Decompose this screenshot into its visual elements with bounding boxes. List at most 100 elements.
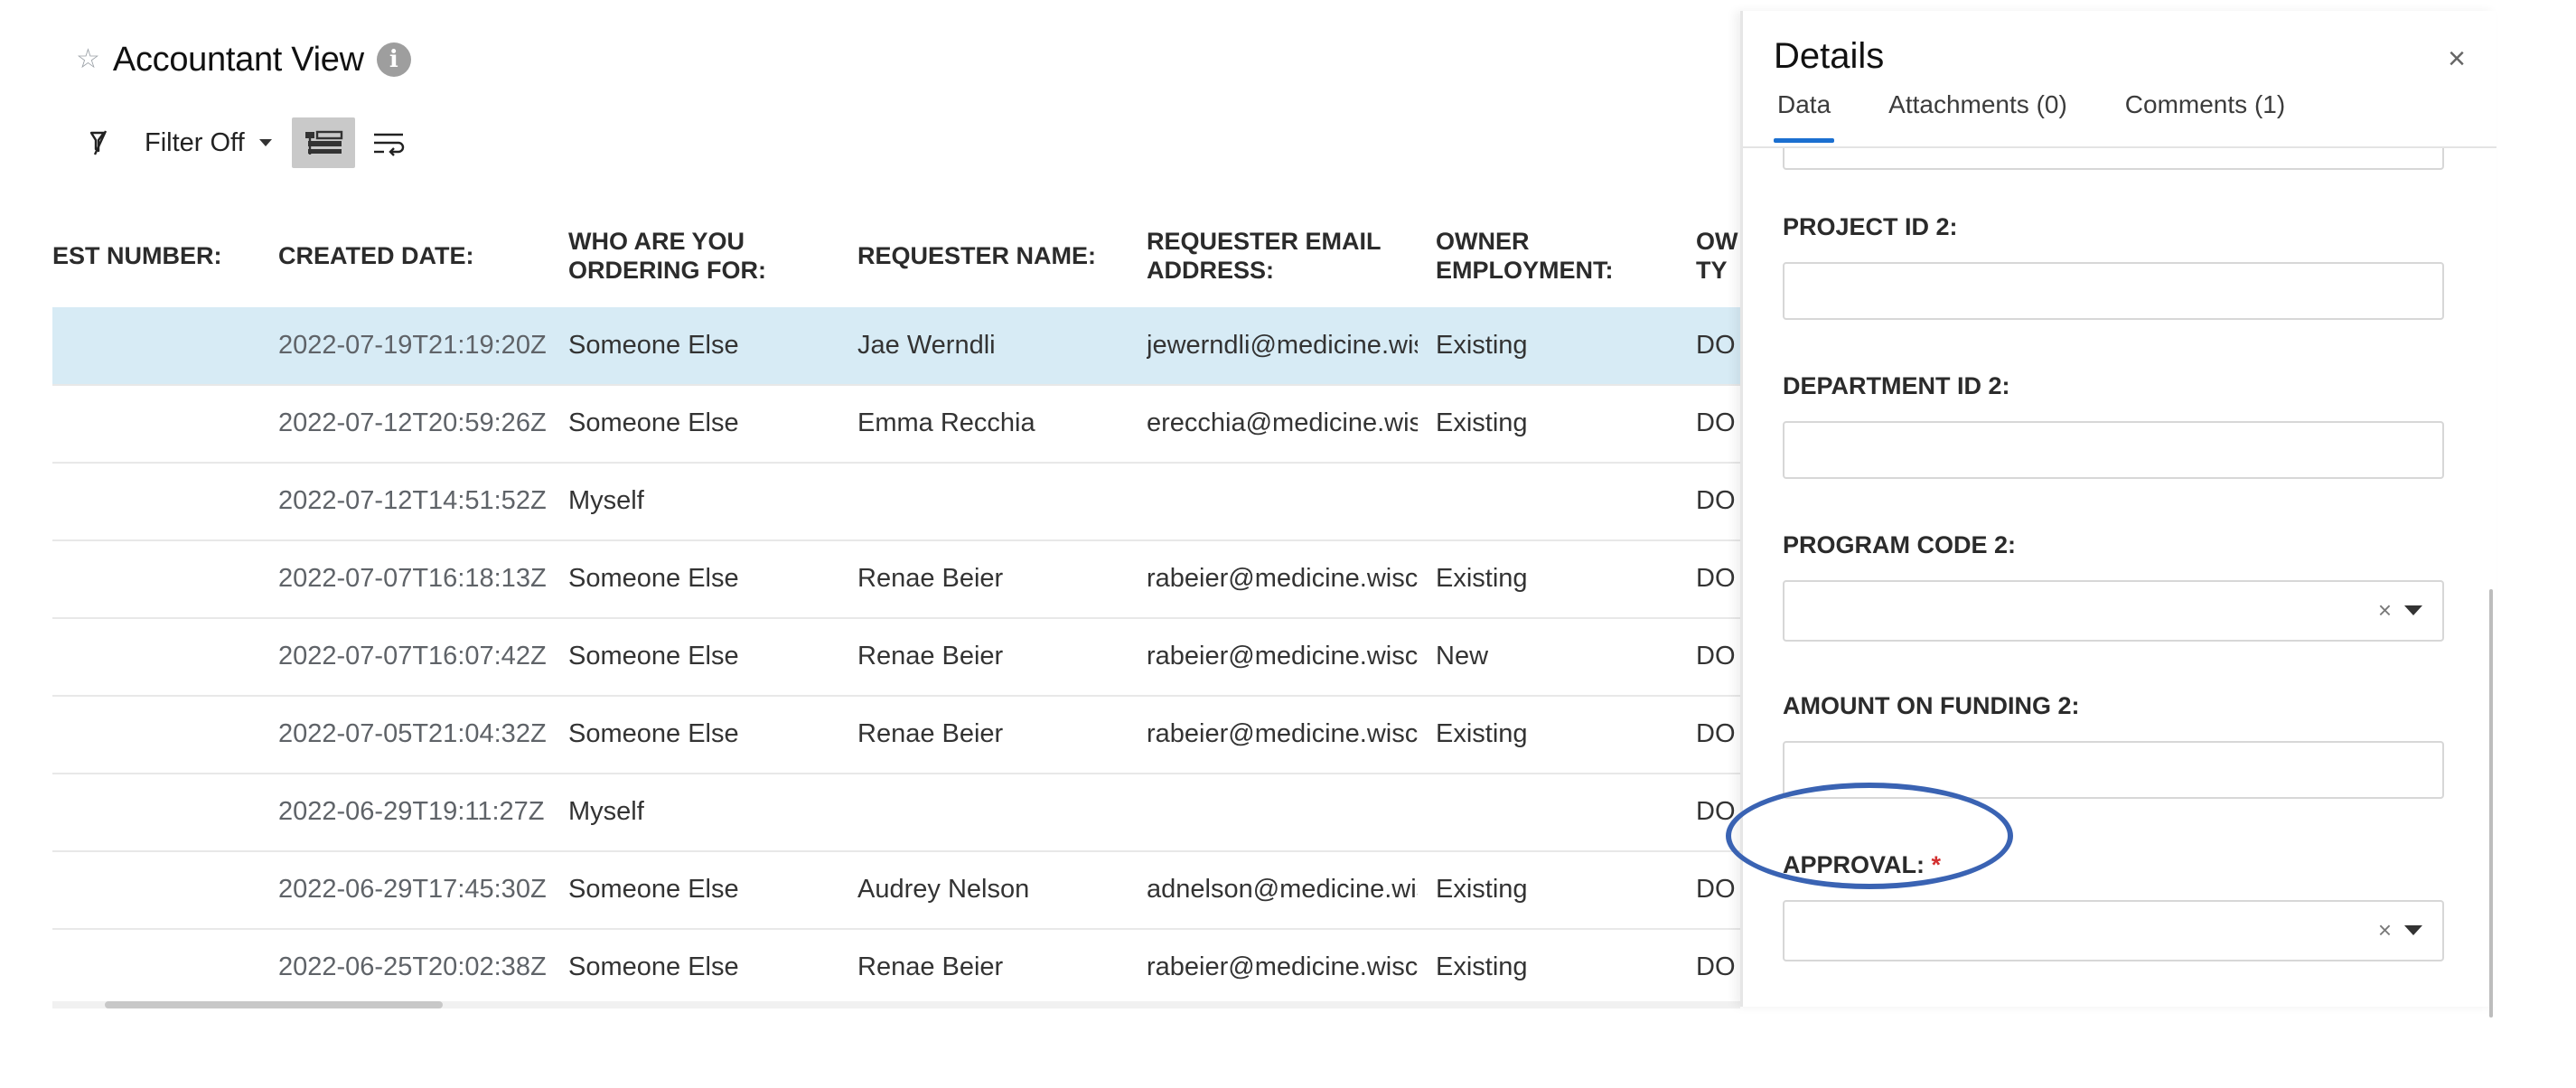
table-cell: Myself [568, 797, 644, 826]
clear-icon[interactable]: × [2378, 596, 2392, 624]
table-cell: 2022-06-29T17:45:30Z [278, 875, 547, 904]
grid-view-icon[interactable] [291, 117, 355, 168]
required-marker: * [1931, 851, 1942, 878]
table-cell: Someone Else [568, 564, 739, 593]
table-cell: Existing [1436, 875, 1528, 904]
column-header-created-date[interactable]: CREATED DATE: [278, 204, 474, 307]
table-cell: rabeier@medicine.wisc.e [1147, 719, 1418, 748]
column-header-requester-email[interactable]: REQUESTER EMAIL ADDRESS: [1147, 204, 1382, 307]
text-wrap-icon[interactable] [364, 117, 415, 168]
table-cell: Existing [1436, 719, 1528, 748]
page-title: Accountant View [112, 40, 364, 79]
star-outline-icon[interactable]: ☆ [76, 46, 100, 73]
column-header-who-are-you-ordering-for[interactable]: WHO ARE YOU ORDERING FOR: [568, 204, 766, 307]
table-cell [52, 929, 296, 1006]
table-cell: 2022-07-12T20:59:26Z [278, 408, 547, 437]
table-cell: Existing [1436, 952, 1528, 981]
table-cell: Someone Else [568, 642, 739, 671]
approval-select[interactable]: × [1783, 900, 2444, 961]
chevron-down-icon[interactable] [2404, 924, 2422, 935]
filter-dropdown[interactable]: Filter Off [145, 128, 272, 158]
department-id-2-input[interactable] [1783, 421, 2444, 479]
table-cell: Emma Recchia [857, 408, 1035, 437]
table-row[interactable]: 2022-07-12T20:59:26Z Someone Else Emma Rec… [52, 385, 1740, 464]
approval-label: APPROVAL: * [1783, 851, 1942, 878]
table-cell: 2022-06-29T19:11:27Z [278, 797, 545, 826]
tab-comments[interactable]: Comments (1) [2122, 90, 2289, 143]
table-cell [52, 540, 296, 617]
amount-on-funding-2-input[interactable] [1783, 741, 2444, 799]
table-cell: Someone Else [568, 719, 739, 748]
table-cell [857, 774, 1138, 850]
table-cell [52, 774, 296, 850]
column-header-owner-employment[interactable]: OWNER EMPLOYMENT: [1436, 204, 1614, 307]
table-cell: Jae Werndli [857, 331, 996, 360]
details-form: PROJECT ID 2: DEPARTMENT ID 2: PROGRAM C… [1743, 148, 2496, 1007]
table-cell: Someone Else [568, 875, 739, 904]
program-code-2-label: PROGRAM CODE 2: [1783, 531, 2017, 558]
table-cell: rabeier@medicine.wisc.e [1147, 642, 1418, 671]
page-header: ☆ Accountant View i [76, 33, 411, 87]
column-header-owner-type[interactable]: OW TY [1696, 204, 1738, 307]
table-row[interactable]: 2022-06-29T19:11:27Z Myself DO [52, 774, 1740, 852]
table-cell: DO [1696, 797, 1736, 826]
table-cell: rabeier@medicine.wisc.e [1147, 564, 1418, 593]
department-id-2-label: DEPARTMENT ID 2: [1783, 372, 2010, 399]
table-cell: 2022-07-19T21:19:20Z [278, 331, 547, 360]
column-header-request-number[interactable]: EST NUMBER: [52, 204, 222, 307]
filter-off-icon[interactable] [76, 117, 126, 168]
table-cell [1436, 774, 1698, 850]
table-cell: DO [1696, 564, 1736, 593]
table-cell: DO [1696, 952, 1736, 981]
table-cell: adnelson@medicine.wis [1147, 875, 1418, 904]
table-cell [52, 851, 296, 928]
info-icon[interactable]: i [376, 42, 411, 77]
project-id-2-label: PROJECT ID 2: [1783, 213, 1958, 240]
tab-data[interactable]: Data [1774, 90, 1835, 143]
table-cell [52, 307, 296, 384]
table-row[interactable]: 2022-07-12T14:51:52Z Myself DO [52, 463, 1740, 541]
program-code-2-select[interactable]: × [1783, 580, 2444, 642]
horizontal-scrollbar[interactable] [52, 1001, 1740, 1008]
table-cell [1436, 463, 1698, 539]
table-cell: Someone Else [568, 952, 739, 981]
column-header-requester-name[interactable]: REQUESTER NAME: [857, 204, 1096, 307]
previous-field-input[interactable] [1783, 148, 2444, 170]
toolbar: Filter Off [76, 116, 415, 170]
table-cell [52, 618, 296, 695]
clear-icon[interactable]: × [2378, 916, 2392, 944]
details-tabs: Data Attachments (0) Comments (1) [1774, 90, 2339, 146]
table-cell: 2022-07-07T16:07:42Z [278, 642, 547, 671]
table-cell [1147, 774, 1418, 850]
vertical-scrollbar[interactable] [2489, 589, 2493, 1018]
table-row[interactable]: 2022-06-25T20:02:38Z Someone Else Renae Be… [52, 929, 1740, 1007]
table-cell: DO [1696, 719, 1736, 748]
grid-header: EST NUMBER: CREATED DATE: WHO ARE YOU ORD… [52, 204, 1740, 309]
table-row[interactable]: 2022-07-19T21:19:20Z Someone Else Jae Wern… [52, 307, 1740, 386]
table-cell: Renae Beier [857, 564, 1004, 593]
table-cell [857, 463, 1138, 539]
table-cell: 2022-07-12T14:51:52Z [278, 486, 547, 515]
table-cell: Someone Else [568, 331, 739, 360]
table-cell: Existing [1436, 408, 1528, 437]
table-cell: Renae Beier [857, 952, 1004, 981]
data-grid: EST NUMBER: CREATED DATE: WHO ARE YOU ORD… [52, 204, 1740, 1007]
table-cell: Someone Else [568, 408, 739, 437]
table-cell: 2022-06-25T20:02:38Z [278, 952, 547, 981]
table-cell: Existing [1436, 564, 1528, 593]
table-cell [52, 463, 296, 539]
details-panel: Details × Data Attachments (0) Comments … [1740, 11, 2496, 1018]
close-icon[interactable]: × [2448, 42, 2466, 77]
table-row[interactable]: 2022-06-29T17:45:30Z Someone Else Audrey N… [52, 851, 1740, 930]
table-row[interactable]: 2022-07-07T16:07:42Z Someone Else Renae Be… [52, 618, 1740, 697]
horizontal-scrollbar-thumb[interactable] [105, 1001, 443, 1008]
chevron-down-icon [258, 139, 272, 146]
table-cell [52, 696, 296, 773]
table-cell [1147, 463, 1418, 539]
project-id-2-input[interactable] [1783, 262, 2444, 320]
table-cell: 2022-07-07T16:18:13Z [278, 564, 547, 593]
tab-attachments[interactable]: Attachments (0) [1885, 90, 2071, 143]
table-row[interactable]: 2022-07-07T16:18:13Z Someone Else Renae Be… [52, 540, 1740, 619]
chevron-down-icon[interactable] [2404, 605, 2422, 615]
table-row[interactable]: 2022-07-05T21:04:32Z Someone Else Renae Be… [52, 696, 1740, 774]
